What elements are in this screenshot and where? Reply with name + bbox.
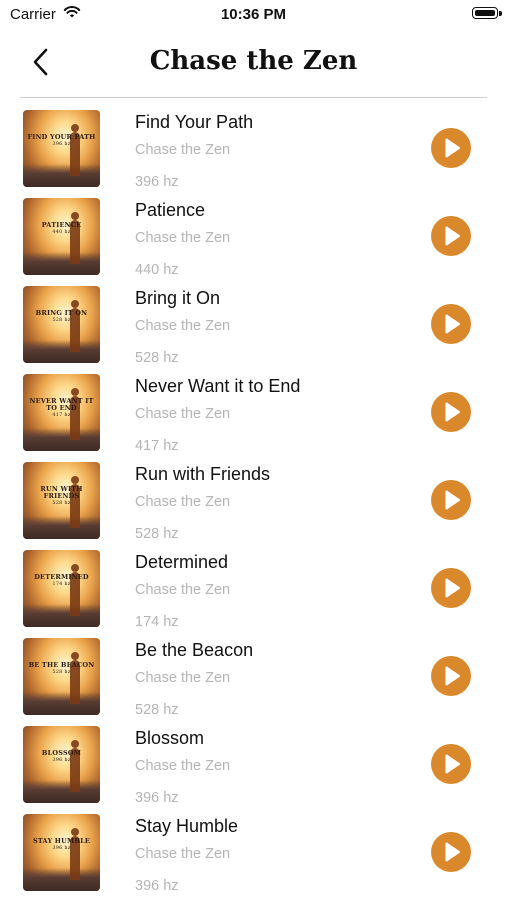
play-icon	[445, 490, 460, 510]
play-button[interactable]	[431, 656, 471, 696]
track-title: Find Your Path	[135, 112, 254, 132]
album-art-title: FIND YOUR PATH	[27, 133, 96, 141]
page-title: Chase the Zen	[149, 46, 358, 76]
album-art-title: BLOSSOM	[41, 749, 82, 757]
album-art-title: NEVER WANT IT TO END	[29, 397, 94, 412]
track-row[interactable]: DETERMINED 174 hz Determined Chase the Z…	[0, 539, 507, 630]
track-artist: Chase the Zen	[135, 670, 231, 686]
album-art: PATIENCE 440 hz	[23, 198, 100, 275]
track-artist: Chase the Zen	[135, 582, 231, 598]
track-row[interactable]: BRING IT ON 528 hz Bring it On Chase the…	[0, 275, 507, 366]
album-art: RUN WITH FRIENDS 528 hz	[23, 462, 100, 539]
album-art-frequency: 396 hz	[52, 757, 71, 763]
album-art-caption: RUN WITH FRIENDS 528 hz	[27, 486, 96, 507]
nav-bar: Chase the Zen	[0, 30, 507, 98]
nav-divider	[20, 97, 487, 98]
album-art-frequency: 528 hz	[52, 500, 71, 506]
album-art: NEVER WANT IT TO END 417 hz	[23, 374, 100, 451]
track-title: Never Want it to End	[135, 376, 301, 396]
track-row[interactable]: RUN WITH FRIENDS 528 hz Run with Friends…	[0, 451, 507, 542]
track-frequency: 396 hz	[135, 878, 179, 894]
track-title: Be the Beacon	[135, 640, 254, 660]
track-row[interactable]: NEVER WANT IT TO END 417 hz Never Want i…	[0, 363, 507, 454]
play-icon	[445, 402, 460, 422]
play-button[interactable]	[431, 216, 471, 256]
track-artist: Chase the Zen	[135, 494, 231, 510]
album-art-caption: PATIENCE 440 hz	[27, 222, 96, 236]
track-row[interactable]: STAY HUMBLE 396 hz Stay Humble Chase the…	[0, 803, 507, 894]
track-list: FIND YOUR PATH 396 hz Find Your Path Cha…	[0, 99, 507, 894]
status-bar: Carrier 10:36 PM	[0, 0, 507, 30]
album-art: STAY HUMBLE 396 hz	[23, 814, 100, 891]
album-art-frequency: 528 hz	[52, 317, 71, 323]
play-button[interactable]	[431, 304, 471, 344]
album-art: BRING IT ON 528 hz	[23, 286, 100, 363]
track-title: Run with Friends	[135, 464, 271, 484]
track-artist: Chase the Zen	[135, 406, 231, 422]
play-button[interactable]	[431, 744, 471, 784]
play-icon	[445, 666, 460, 686]
track-title: Stay Humble	[135, 816, 239, 836]
battery-nub	[499, 11, 502, 16]
album-art-frequency: 440 hz	[52, 229, 71, 235]
battery-icon	[472, 7, 498, 19]
play-button[interactable]	[431, 392, 471, 432]
play-button[interactable]	[431, 832, 471, 872]
play-icon	[445, 138, 460, 158]
album-art: DETERMINED 174 hz	[23, 550, 100, 627]
track-artist: Chase the Zen	[135, 230, 231, 246]
track-row[interactable]: BE THE BEACON 528 hz Be the Beacon Chase…	[0, 627, 507, 718]
play-icon	[445, 754, 460, 774]
album-art-caption: BE THE BEACON 528 hz	[27, 662, 96, 676]
album-art-frequency: 396 hz	[52, 845, 71, 851]
album-art-title: RUN WITH FRIENDS	[40, 485, 83, 500]
play-icon	[445, 842, 460, 862]
track-artist: Chase the Zen	[135, 758, 231, 774]
album-art-title: BE THE BEACON	[28, 661, 95, 669]
play-button[interactable]	[431, 128, 471, 168]
track-artist: Chase the Zen	[135, 318, 231, 334]
play-button[interactable]	[431, 480, 471, 520]
album-art-frequency: 396 hz	[52, 141, 71, 147]
play-icon	[445, 226, 460, 246]
track-artist: Chase the Zen	[135, 846, 231, 862]
album-art-caption: DETERMINED 174 hz	[27, 574, 96, 588]
album-art-caption: NEVER WANT IT TO END 417 hz	[27, 398, 96, 419]
album-art-caption: STAY HUMBLE 396 hz	[27, 838, 96, 852]
album-art-caption: BRING IT ON 528 hz	[27, 310, 96, 324]
album-art: FIND YOUR PATH 396 hz	[23, 110, 100, 187]
track-title: Patience	[135, 200, 206, 220]
play-icon	[445, 578, 460, 598]
track-title: Determined	[135, 552, 229, 572]
play-icon	[445, 314, 460, 334]
album-art-title: PATIENCE	[41, 221, 82, 229]
album-art: BE THE BEACON 528 hz	[23, 638, 100, 715]
album-art-frequency: 174 hz	[52, 581, 71, 587]
album-art-caption: BLOSSOM 396 hz	[27, 750, 96, 764]
album-art-title: DETERMINED	[34, 573, 89, 581]
track-title: Blossom	[135, 728, 205, 748]
album-art-frequency: 528 hz	[52, 669, 71, 675]
track-artist: Chase the Zen	[135, 142, 231, 158]
track-row[interactable]: FIND YOUR PATH 396 hz Find Your Path Cha…	[0, 99, 507, 190]
album-art-frequency: 417 hz	[52, 412, 71, 418]
album-art: BLOSSOM 396 hz	[23, 726, 100, 803]
play-button[interactable]	[431, 568, 471, 608]
album-art-title: BRING IT ON	[35, 309, 88, 317]
album-art-caption: FIND YOUR PATH 396 hz	[27, 134, 96, 148]
clock: 10:36 PM	[220, 6, 287, 23]
album-art-title: STAY HUMBLE	[32, 837, 91, 845]
track-title: Bring it On	[135, 288, 221, 308]
track-row[interactable]: PATIENCE 440 hz Patience Chase the Zen 4…	[0, 187, 507, 278]
track-row[interactable]: BLOSSOM 396 hz Blossom Chase the Zen 396…	[0, 715, 507, 806]
